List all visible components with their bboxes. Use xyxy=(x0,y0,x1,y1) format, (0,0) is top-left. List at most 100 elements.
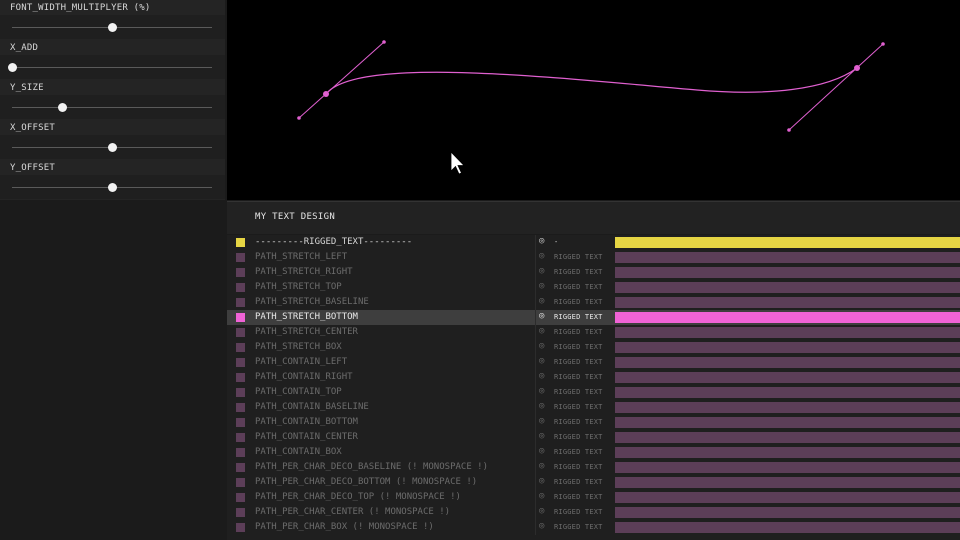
slider-track[interactable] xyxy=(12,107,212,108)
layer-color-swatch[interactable] xyxy=(236,268,245,277)
anchor-point-start[interactable] xyxy=(323,91,329,97)
layer-color-swatch[interactable] xyxy=(236,418,245,427)
layer-row[interactable]: PATH_PER_CHAR_BOX (! MONOSPACE !) ◎ RIGGED… xyxy=(227,520,960,535)
layer-color-swatch[interactable] xyxy=(236,388,245,397)
spiral-icon: ◎ xyxy=(539,371,545,381)
layer-color-swatch[interactable] xyxy=(236,358,245,367)
layer-row[interactable]: PATH_CONTAIN_TOP ◎ RIGGED TEXT xyxy=(227,385,960,400)
anchor-point-end[interactable] xyxy=(854,65,860,71)
layer-row[interactable]: ---------RIGGED_TEXT--------- ◎ - xyxy=(227,235,960,250)
spiral-icon: ◎ xyxy=(539,491,545,501)
spiral-icon: ◎ xyxy=(539,311,545,321)
layer-timeline-bar[interactable] xyxy=(615,312,960,323)
layer-timeline-bar[interactable] xyxy=(615,387,960,398)
layer-row[interactable]: PATH_CONTAIN_BOTTOM ◎ RIGGED TEXT xyxy=(227,415,960,430)
layer-color-swatch[interactable] xyxy=(236,508,245,517)
layer-type: RIGGED TEXT xyxy=(554,523,603,531)
layer-timeline-bar[interactable] xyxy=(615,462,960,473)
layer-name: PATH_CONTAIN_BASELINE xyxy=(255,402,369,412)
layer-type: RIGGED TEXT xyxy=(554,313,603,321)
layer-row[interactable]: PATH_STRETCH_RIGHT ◎ RIGGED TEXT xyxy=(227,265,960,280)
spiral-icon: ◎ xyxy=(539,296,545,306)
layer-timeline-bar[interactable] xyxy=(615,477,960,488)
layer-color-swatch[interactable] xyxy=(236,433,245,442)
layer-row[interactable]: PATH_CONTAIN_BOX ◎ RIGGED TEXT xyxy=(227,445,960,460)
layer-row[interactable]: PATH_PER_CHAR_DECO_TOP (! MONOSPACE !) ◎ R… xyxy=(227,490,960,505)
layer-timeline-bar[interactable] xyxy=(615,522,960,533)
layer-color-swatch[interactable] xyxy=(236,238,245,247)
slider-knob[interactable] xyxy=(7,63,17,72)
control-point-left-in[interactable] xyxy=(382,40,386,44)
layer-row[interactable]: PATH_CONTAIN_LEFT ◎ RIGGED TEXT xyxy=(227,355,960,370)
param-label: Y_OFFSET xyxy=(10,163,55,173)
layer-row[interactable]: PATH_CONTAIN_BASELINE ◎ RIGGED TEXT xyxy=(227,400,960,415)
layer-color-swatch[interactable] xyxy=(236,343,245,352)
slider-knob[interactable] xyxy=(107,23,117,32)
layer-color-swatch[interactable] xyxy=(236,463,245,472)
spiral-icon: ◎ xyxy=(539,281,545,291)
layer-timeline-bar[interactable] xyxy=(615,267,960,278)
layer-timeline-bar[interactable] xyxy=(615,507,960,518)
layer-timeline-bar[interactable] xyxy=(615,447,960,458)
curve-canvas[interactable] xyxy=(227,0,960,200)
layer-row[interactable]: PATH_STRETCH_BOTTOM ◎ RIGGED TEXT xyxy=(227,310,960,325)
layer-color-swatch[interactable] xyxy=(236,328,245,337)
layer-type: RIGGED TEXT xyxy=(554,388,603,396)
layer-name: PATH_STRETCH_BASELINE xyxy=(255,297,369,307)
layer-color-swatch[interactable] xyxy=(236,373,245,382)
layer-timeline-bar[interactable] xyxy=(615,342,960,353)
design-title[interactable]: MY TEXT DESIGN xyxy=(255,212,335,222)
layer-row[interactable]: PATH_PER_CHAR_CENTER (! MONOSPACE !) ◎ RIG… xyxy=(227,505,960,520)
layer-name: PATH_CONTAIN_BOTTOM xyxy=(255,417,358,427)
spiral-icon: ◎ xyxy=(539,431,545,441)
layer-row[interactable]: PATH_STRETCH_BASELINE ◎ RIGGED TEXT xyxy=(227,295,960,310)
layer-color-swatch[interactable] xyxy=(236,523,245,532)
layer-color-swatch[interactable] xyxy=(236,448,245,457)
layer-name: PATH_STRETCH_LEFT xyxy=(255,252,348,262)
layer-row[interactable]: PATH_STRETCH_LEFT ◎ RIGGED TEXT xyxy=(227,250,960,265)
slider-knob[interactable] xyxy=(107,183,117,192)
layer-type: RIGGED TEXT xyxy=(554,373,603,381)
layer-row[interactable]: PATH_CONTAIN_CENTER ◎ RIGGED TEXT xyxy=(227,430,960,445)
slider-knob[interactable] xyxy=(57,103,67,112)
layer-timeline-bar[interactable] xyxy=(615,432,960,443)
slider-knob[interactable] xyxy=(107,143,117,152)
layer-name: PATH_PER_CHAR_BOX (! MONOSPACE !) xyxy=(255,522,434,532)
control-point-right-out[interactable] xyxy=(881,42,885,46)
layer-color-swatch[interactable] xyxy=(236,298,245,307)
layer-color-swatch[interactable] xyxy=(236,403,245,412)
layer-color-swatch[interactable] xyxy=(236,283,245,292)
layer-name: PATH_STRETCH_RIGHT xyxy=(255,267,353,277)
layer-timeline-bar[interactable] xyxy=(615,417,960,428)
layer-row[interactable]: PATH_STRETCH_CENTER ◎ RIGGED TEXT xyxy=(227,325,960,340)
control-point-left-out[interactable] xyxy=(297,116,301,120)
layer-color-swatch[interactable] xyxy=(236,253,245,262)
spiral-icon: ◎ xyxy=(539,341,545,351)
layer-timeline-bar[interactable] xyxy=(615,297,960,308)
layer-row[interactable]: PATH_STRETCH_BOX ◎ RIGGED TEXT xyxy=(227,340,960,355)
control-point-right-in[interactable] xyxy=(787,128,791,132)
layer-name: PATH_CONTAIN_CENTER xyxy=(255,432,358,442)
layer-timeline-bar[interactable] xyxy=(615,357,960,368)
layer-row[interactable]: PATH_PER_CHAR_DECO_BASELINE (! MONOSPACE… xyxy=(227,460,960,475)
layer-timeline-bar[interactable] xyxy=(615,282,960,293)
layer-timeline-bar[interactable] xyxy=(615,252,960,263)
layer-row[interactable]: PATH_PER_CHAR_DECO_BOTTOM (! MONOSPACE !… xyxy=(227,475,960,490)
layer-name: PATH_CONTAIN_TOP xyxy=(255,387,342,397)
layer-color-swatch[interactable] xyxy=(236,493,245,502)
slider-track[interactable] xyxy=(12,67,212,68)
layer-timeline-bar[interactable] xyxy=(615,372,960,383)
layer-color-swatch[interactable] xyxy=(236,478,245,487)
layer-timeline-bar[interactable] xyxy=(615,402,960,413)
layer-timeline-bar[interactable] xyxy=(615,327,960,338)
text-path-curve[interactable] xyxy=(325,67,858,95)
layer-timeline-bar[interactable] xyxy=(615,492,960,503)
layer-row[interactable]: PATH_CONTAIN_RIGHT ◎ RIGGED TEXT xyxy=(227,370,960,385)
spiral-icon: ◎ xyxy=(539,251,545,261)
layer-name: ---------RIGGED_TEXT--------- xyxy=(255,237,413,247)
layer-row[interactable]: PATH_STRETCH_TOP ◎ RIGGED TEXT xyxy=(227,280,960,295)
layer-timeline-bar[interactable] xyxy=(615,237,960,248)
layer-type: RIGGED TEXT xyxy=(554,343,603,351)
layer-color-swatch[interactable] xyxy=(236,313,245,322)
spiral-icon: ◎ xyxy=(539,461,545,471)
